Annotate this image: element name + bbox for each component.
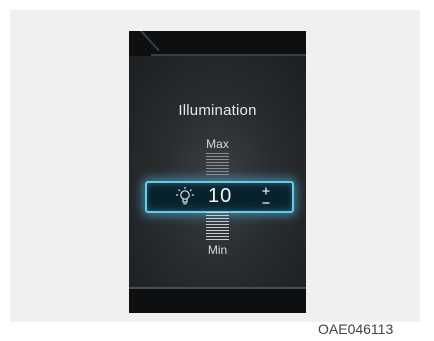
upper-scale xyxy=(206,153,229,177)
lower-scale xyxy=(206,212,229,242)
figure-caption: OAE046113 xyxy=(318,321,394,337)
scale-tick xyxy=(206,156,229,157)
display-bottom-band xyxy=(129,289,306,313)
scale-tick xyxy=(206,236,229,237)
scale-tick xyxy=(206,171,229,172)
illumination-title: Illumination xyxy=(178,102,257,119)
scale-tick xyxy=(206,165,229,166)
scale-tick xyxy=(206,174,229,175)
scale-tick xyxy=(206,153,229,154)
scale-tick xyxy=(206,162,229,163)
max-label: Max xyxy=(206,137,229,151)
plus-minus-icon[interactable] xyxy=(259,186,273,208)
scale-tick xyxy=(206,233,229,234)
scale-tick xyxy=(206,227,229,228)
cluster-display: Illumination Max 10 Min xyxy=(129,31,306,313)
scale-tick xyxy=(206,218,229,219)
scale-tick xyxy=(206,168,229,169)
illumination-level-control[interactable]: 10 xyxy=(145,181,294,213)
scale-tick xyxy=(206,230,229,231)
bulb-icon xyxy=(174,186,196,208)
scale-tick xyxy=(206,215,229,216)
scale-tick xyxy=(206,212,229,213)
scale-tick xyxy=(206,159,229,160)
scale-tick xyxy=(206,239,229,240)
illumination-value: 10 xyxy=(208,185,233,207)
min-label: Min xyxy=(207,243,228,257)
scale-tick xyxy=(206,221,229,222)
scale-tick xyxy=(206,224,229,225)
